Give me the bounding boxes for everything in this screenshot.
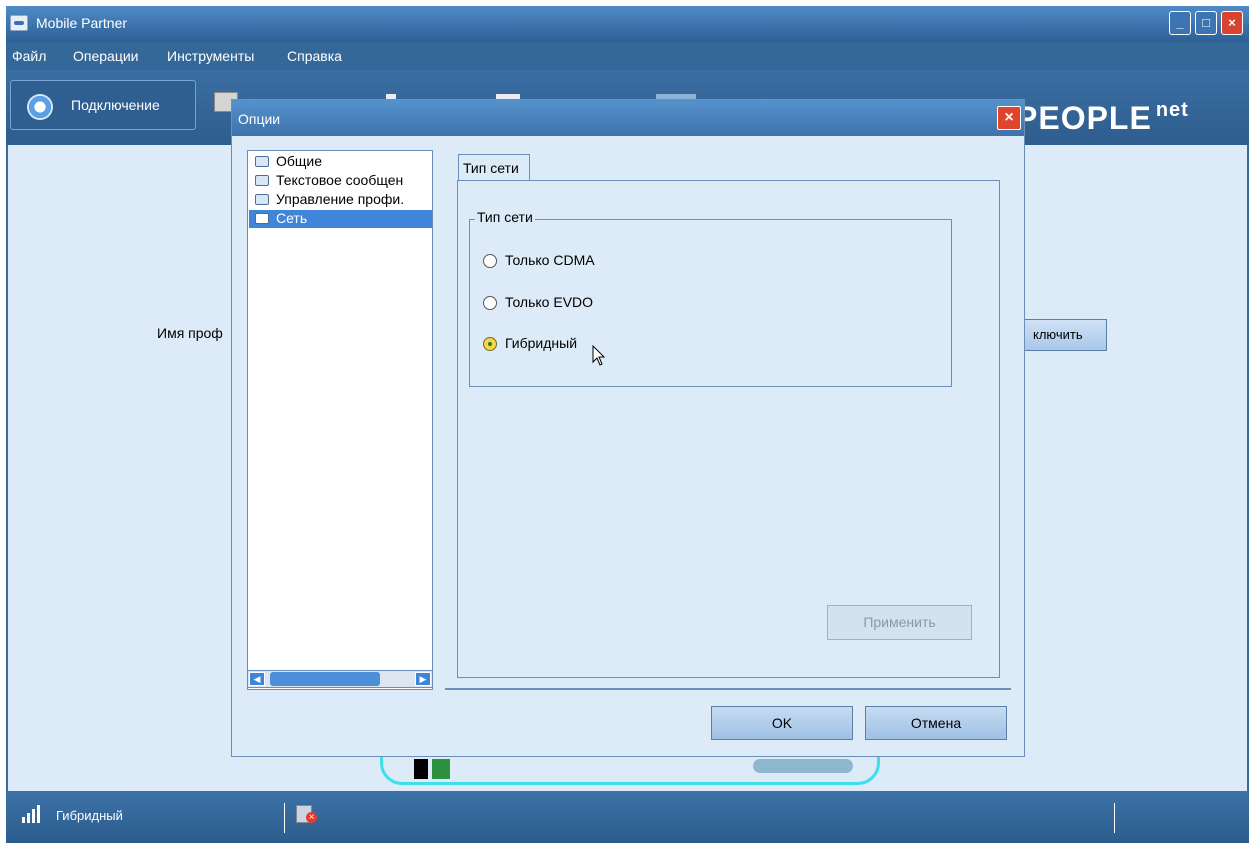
dialog-close-button[interactable]: × bbox=[997, 106, 1021, 130]
tree-item-general[interactable]: Общие bbox=[249, 153, 432, 171]
tree-horizontal-scrollbar[interactable]: ◀ ▶ bbox=[247, 670, 433, 688]
brand-suffix: net bbox=[1155, 99, 1189, 121]
close-button[interactable]: × bbox=[1221, 11, 1243, 35]
network-mode-status: Гибридный bbox=[56, 808, 123, 823]
main-connect-button[interactable]: ключить bbox=[1020, 319, 1107, 351]
menu-file[interactable]: Файл bbox=[12, 48, 46, 64]
network-type-group-label: Тип сети bbox=[475, 209, 535, 225]
maximize-icon: □ bbox=[1202, 15, 1210, 30]
folder-icon bbox=[255, 175, 269, 186]
logo-mark-green bbox=[432, 759, 450, 779]
maximize-button[interactable]: □ bbox=[1195, 11, 1217, 35]
tree-item-label: Общие bbox=[276, 153, 323, 169]
app-icon bbox=[10, 15, 28, 31]
open-folder-icon bbox=[255, 213, 269, 224]
logo-mark-blue bbox=[753, 759, 853, 773]
device-disconnected-icon bbox=[296, 805, 317, 823]
minimize-icon: _ bbox=[1176, 15, 1184, 30]
connect-button[interactable]: Подключение bbox=[10, 80, 196, 130]
radio-button[interactable] bbox=[483, 296, 497, 310]
radio-button[interactable] bbox=[483, 254, 497, 268]
ok-button[interactable]: OK bbox=[711, 706, 853, 740]
close-icon: × bbox=[1228, 15, 1236, 30]
tree-item-text-messages[interactable]: Текстовое сообщен bbox=[249, 172, 432, 190]
status-bar: Гибридный bbox=[6, 791, 1249, 843]
radio-label: Гибридный bbox=[505, 335, 578, 351]
scroll-left-icon[interactable]: ◀ bbox=[249, 672, 265, 686]
status-separator bbox=[284, 803, 285, 833]
radio-label: Только CDMA bbox=[505, 252, 595, 268]
cursor-icon bbox=[592, 345, 606, 366]
options-dialog: Опции × Общие Текстовое сообщен Управлен… bbox=[231, 99, 1025, 757]
tree-item-label: Текстовое сообщен bbox=[276, 172, 404, 188]
brand-text: PEOPLE bbox=[1016, 100, 1152, 136]
tree-item-label: Сеть bbox=[276, 210, 308, 226]
radio-label: Только EVDO bbox=[505, 294, 594, 310]
tab-network-type[interactable]: Тип сети bbox=[458, 154, 530, 181]
apply-button[interactable]: Применить bbox=[827, 605, 972, 640]
title-bar[interactable]: Mobile Partner _ □ × bbox=[6, 6, 1249, 42]
menu-operations[interactable]: Операции bbox=[73, 48, 139, 64]
options-tree[interactable]: Общие Текстовое сообщен Управление профи… bbox=[247, 150, 433, 690]
scroll-thumb[interactable] bbox=[270, 672, 380, 686]
dialog-title-bar[interactable]: Опции × bbox=[232, 100, 1024, 136]
scroll-right-icon[interactable]: ▶ bbox=[415, 672, 431, 686]
connect-button-label: Подключение bbox=[71, 97, 160, 113]
folder-icon bbox=[255, 156, 269, 167]
tree-item-label: Управление профи. bbox=[276, 191, 405, 207]
status-separator bbox=[1114, 803, 1115, 833]
refresh-icon bbox=[27, 94, 53, 120]
menu-bar: Файл Операции Инструменты Справка bbox=[6, 42, 1249, 70]
menu-help[interactable]: Справка bbox=[287, 48, 342, 64]
brand-logo: PEOPLE net bbox=[1016, 99, 1189, 137]
window-title: Mobile Partner bbox=[36, 15, 128, 31]
signal-icon bbox=[22, 805, 42, 823]
dialog-title: Опции bbox=[238, 111, 281, 127]
minimize-button[interactable]: _ bbox=[1169, 11, 1191, 35]
cancel-button[interactable]: Отмена bbox=[865, 706, 1007, 740]
tree-item-profile-management[interactable]: Управление профи. bbox=[249, 191, 432, 209]
tree-item-network[interactable]: Сеть bbox=[249, 210, 432, 228]
logo-mark-black bbox=[414, 759, 428, 779]
profile-name-label: Имя проф bbox=[157, 325, 223, 341]
close-icon: × bbox=[1004, 109, 1014, 126]
dialog-separator bbox=[445, 688, 1011, 690]
menu-tools[interactable]: Инструменты bbox=[167, 48, 254, 64]
radio-button-checked[interactable] bbox=[483, 337, 497, 351]
folder-icon bbox=[255, 194, 269, 205]
